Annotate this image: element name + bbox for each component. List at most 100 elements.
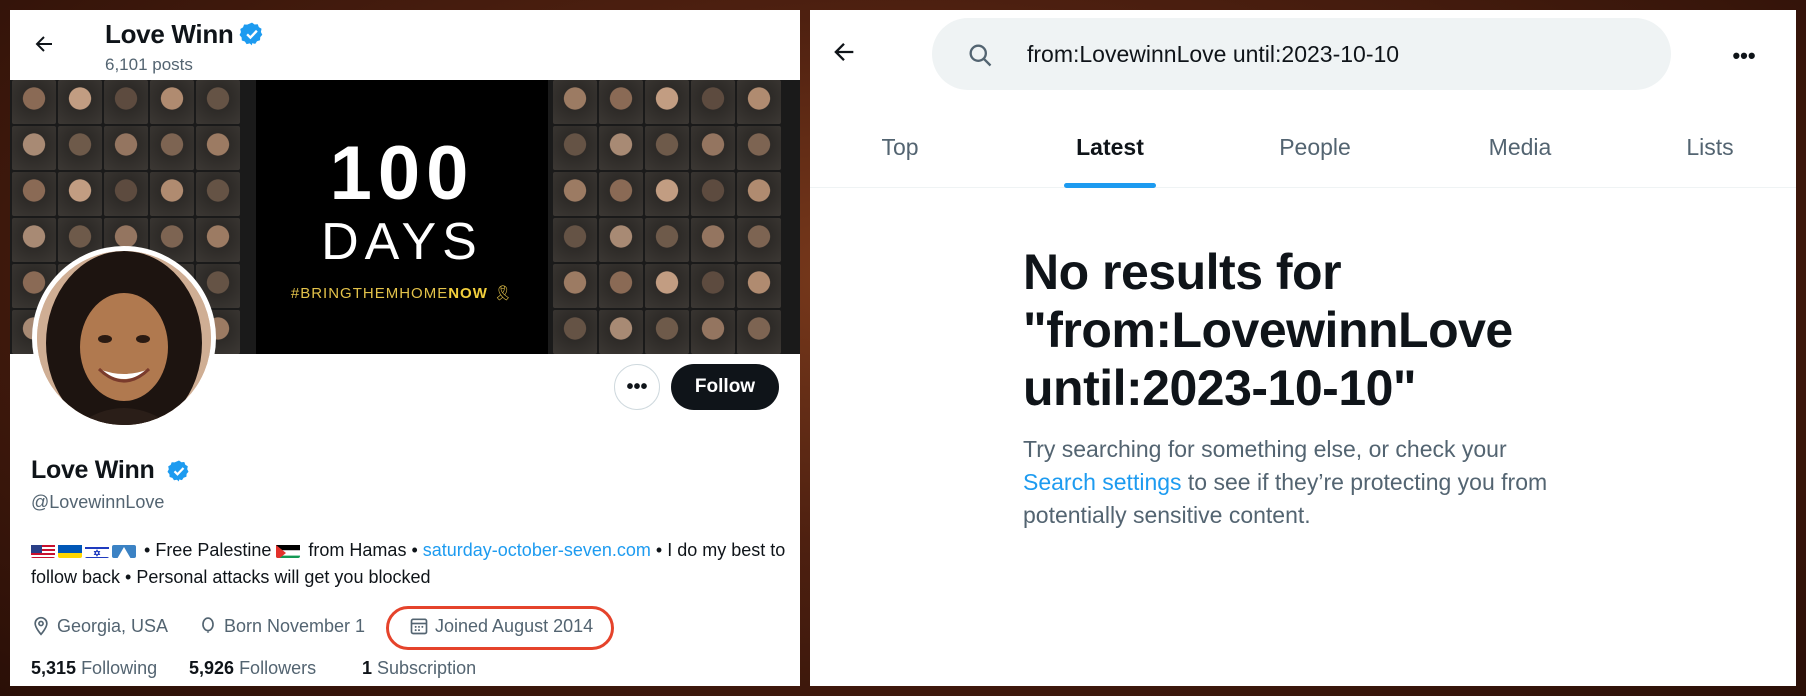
portrait-photo (645, 172, 689, 216)
portrait-photo (553, 310, 597, 354)
balloon-icon (202, 617, 214, 633)
empty-state-body: Try searching for something else, or che… (1023, 433, 1583, 532)
subscriptions-link[interactable]: 1 Subscription (362, 658, 476, 679)
portrait-photo (691, 264, 735, 308)
portrait-photo (737, 80, 781, 124)
portrait-photo (645, 126, 689, 170)
birthday: Born November 1 (198, 612, 365, 640)
empty-body-before: Try searching for something else, or che… (1023, 436, 1507, 462)
hashtag-prefix: #BRINGTHEMHOME (290, 285, 449, 302)
bio-link[interactable]: saturday-october-seven.com (423, 540, 651, 560)
back-button[interactable] (824, 32, 864, 72)
portrait-photo (691, 126, 735, 170)
bio-text-2: from Hamas • (308, 540, 418, 560)
portrait-photo (645, 80, 689, 124)
portrait-photo (196, 80, 240, 124)
search-settings-link[interactable]: Search settings (1023, 469, 1182, 495)
portrait-photo (58, 126, 102, 170)
bio: • Free Palestine from Hamas • saturday-o… (31, 537, 791, 591)
portrait-photo (104, 172, 148, 216)
search-query[interactable]: from:LovewinnLove until:2023-10-10 (1027, 41, 1399, 68)
portrait-photo (196, 218, 240, 262)
portrait-photo (58, 172, 102, 216)
portrait-photo (104, 126, 148, 170)
arrow-left-icon (35, 36, 52, 52)
tab-latest[interactable]: Latest (1035, 106, 1185, 188)
portrait-photo (599, 310, 643, 354)
portrait-photo (12, 218, 56, 262)
banner-number: 100 (329, 131, 475, 216)
follow-button[interactable]: Follow (671, 364, 779, 410)
portrait-photo (737, 218, 781, 262)
tab-label: People (1279, 133, 1351, 160)
portrait-photo (645, 218, 689, 262)
tab-people[interactable]: People (1240, 106, 1390, 188)
tab-lists[interactable]: Lists (1640, 106, 1780, 188)
portrait-photo (553, 264, 597, 308)
tab-label: Latest (1076, 133, 1144, 160)
bio-text-1: • Free Palestine (144, 540, 272, 560)
portrait-photo (691, 218, 735, 262)
following-label: Following (81, 658, 158, 678)
subscription-count: 1 (362, 658, 373, 678)
portrait-photo (150, 126, 194, 170)
portrait-photo (150, 80, 194, 124)
search-input[interactable]: from:LovewinnLove until:2023-10-10 (932, 18, 1671, 90)
followers-count: 5,926 (189, 658, 235, 678)
portrait-photo (737, 172, 781, 216)
portrait-photo (737, 310, 781, 354)
more-options-button[interactable]: ••• (614, 364, 660, 410)
portrait-photo (196, 172, 240, 216)
profile-header: Love Winn 6,101 posts (10, 10, 800, 80)
location-pin-icon (34, 616, 48, 636)
following-link[interactable]: 5,315 Following (31, 658, 157, 679)
ukraine-flag-icon (58, 542, 82, 558)
subscription-label: Subscription (377, 658, 477, 678)
portrait-photo (104, 80, 148, 124)
portrait-photo (12, 172, 56, 216)
header-name: Love Winn (105, 19, 234, 49)
tab-label: Media (1488, 133, 1552, 160)
portrait-photo (58, 80, 102, 124)
back-button[interactable] (24, 24, 64, 64)
hashtag-suffix: NOW (448, 285, 488, 302)
portrait-grid-right (553, 80, 781, 354)
portrait-photo (12, 126, 56, 170)
portrait-photo (553, 126, 597, 170)
following-count: 5,315 (31, 658, 77, 678)
portrait-photo (553, 80, 597, 124)
portrait-photo (599, 218, 643, 262)
arrow-left-icon (834, 43, 854, 61)
birthday-text: Born November 1 (224, 615, 366, 636)
banner-hashtag: #BRINGTHEMHOMENOW 🎗 (256, 284, 548, 302)
location: Georgia, USA (31, 612, 168, 640)
empty-state-title: No results for "from:LovewinnLove until:… (1023, 244, 1513, 416)
portrait-photo (599, 126, 643, 170)
join-date-highlight (386, 606, 614, 650)
ribbon-icon: 🎗 (493, 285, 514, 302)
us-flag-icon (31, 542, 55, 558)
search-tabs: Top Latest People Media Lists (810, 106, 1796, 188)
tab-media[interactable]: Media (1445, 106, 1595, 188)
active-tab-indicator (1064, 183, 1156, 188)
portrait-photo (12, 80, 56, 124)
banner-word: DAYS (321, 213, 483, 271)
verified-badge-icon (167, 460, 189, 482)
banner-center: 100 DAYS #BRINGTHEMHOMENOW 🎗 (256, 80, 548, 354)
portrait-photo (150, 172, 194, 216)
location-text: Georgia, USA (57, 615, 169, 636)
search-icon (969, 44, 992, 67)
display-name: Love Winn (31, 456, 155, 484)
portrait-photo (691, 80, 735, 124)
portrait-photo (645, 264, 689, 308)
followers-link[interactable]: 5,926 Followers (189, 658, 316, 679)
avatar[interactable] (32, 246, 216, 430)
verified-badge-icon (239, 22, 263, 46)
portrait-photo (553, 218, 597, 262)
portrait-photo (599, 80, 643, 124)
palestine-flag-icon (276, 542, 301, 558)
tab-top[interactable]: Top (840, 106, 960, 188)
tab-label: Top (881, 133, 919, 160)
israel-flag-icon (85, 542, 109, 558)
more-options-button[interactable]: ••• (1724, 36, 1764, 76)
